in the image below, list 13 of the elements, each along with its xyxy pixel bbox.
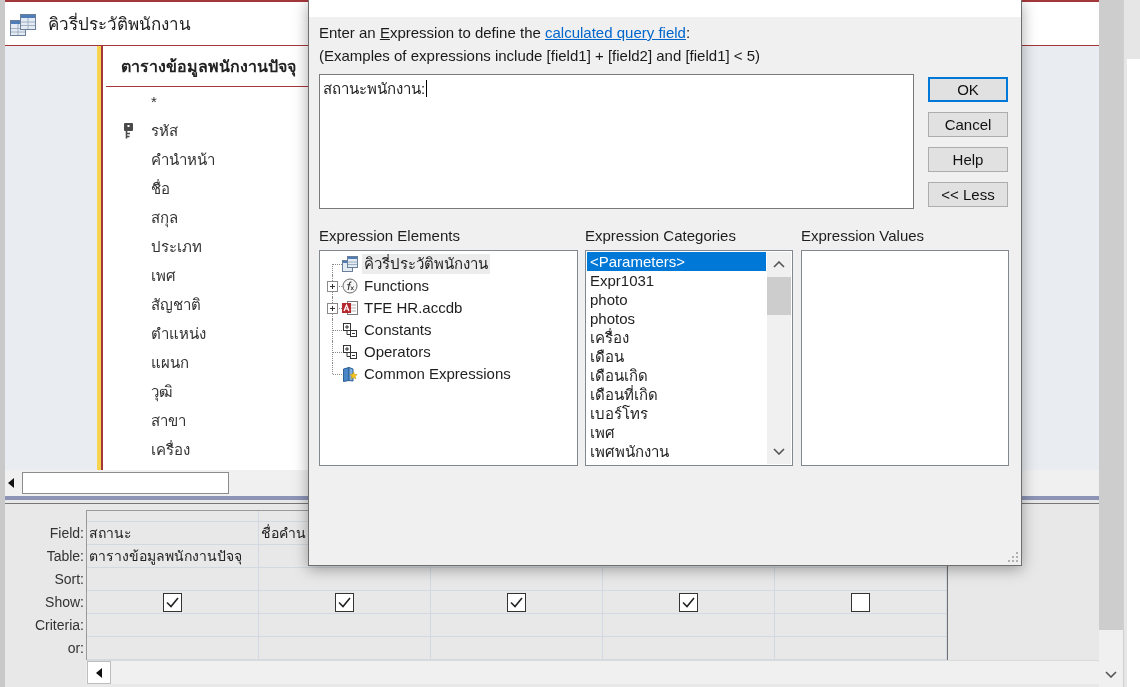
section-label: Expression Values xyxy=(801,226,926,246)
row-label: Field: xyxy=(48,524,85,543)
field-list-title: ตารางข้อมูลพนักงานปัจจุ xyxy=(121,56,296,79)
row-label: Show: xyxy=(44,593,85,612)
window-title: คิวรี่ประวัติพนักงาน xyxy=(48,10,191,37)
examples-text: (Examples of expressions include [field1] + [field2] and [field1] < 5) xyxy=(319,46,762,66)
prompt-text: Enter an Expression to define the calculated query field: xyxy=(319,23,692,43)
section-label: Expression Categories xyxy=(585,226,737,246)
row-label: Criteria: xyxy=(34,616,85,635)
section-label: Expression Elements xyxy=(319,226,461,246)
row-label: Table: xyxy=(45,547,85,566)
row-label: Sort: xyxy=(53,570,85,589)
row-label: or: xyxy=(66,639,85,658)
